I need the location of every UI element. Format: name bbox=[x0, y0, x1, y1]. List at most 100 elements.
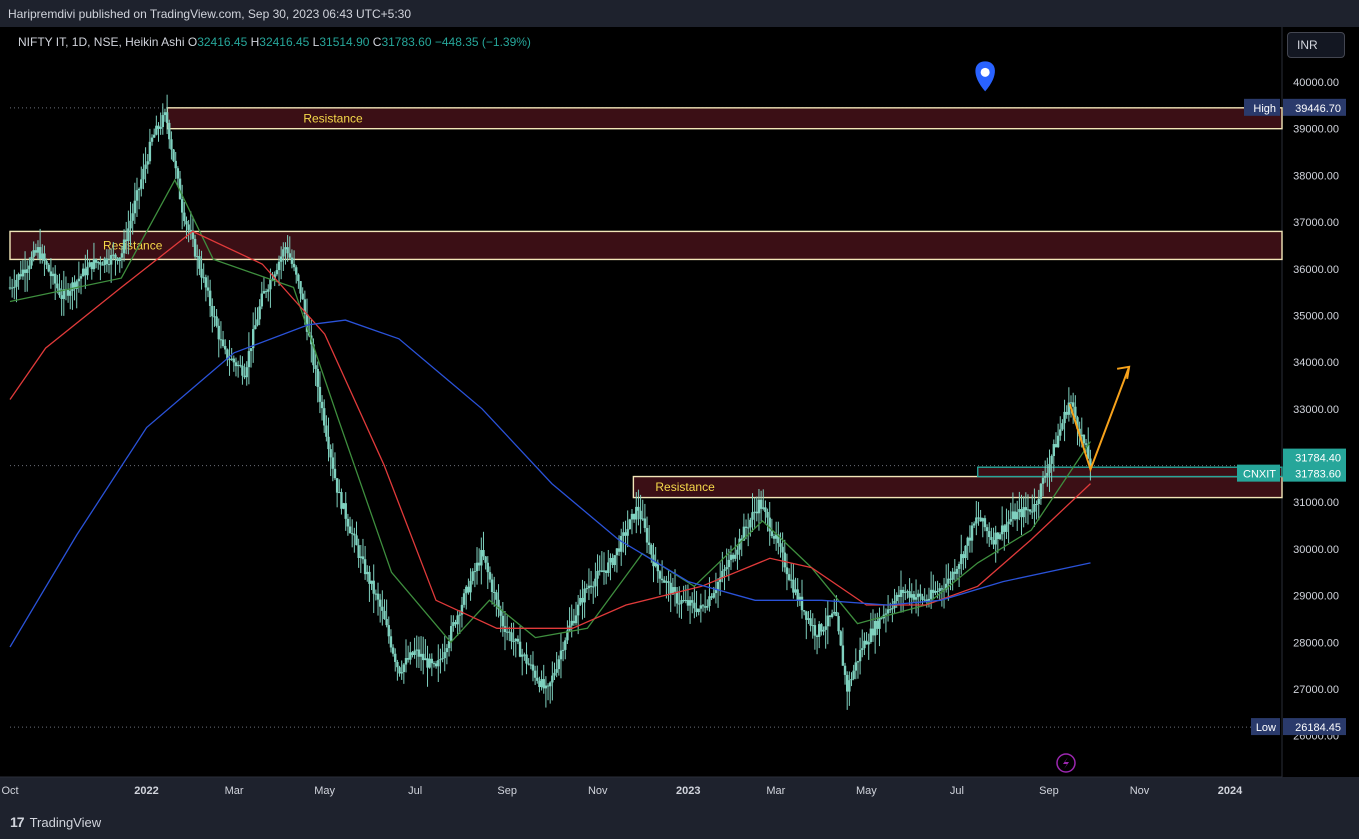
candle-body bbox=[404, 658, 408, 665]
candle-body bbox=[269, 278, 272, 290]
candle-body bbox=[839, 631, 842, 646]
y-tick-label: 29000.00 bbox=[1293, 591, 1339, 603]
candle-body bbox=[36, 247, 40, 253]
candle-body bbox=[712, 593, 715, 598]
candle-body bbox=[183, 212, 186, 222]
candle-body bbox=[387, 625, 390, 637]
candle-body bbox=[1056, 435, 1060, 448]
candle-body bbox=[841, 645, 845, 666]
candle-body bbox=[355, 535, 358, 546]
candle-body bbox=[129, 220, 132, 229]
candle-body bbox=[992, 540, 995, 545]
candle-body bbox=[551, 675, 554, 683]
candle-body bbox=[398, 667, 401, 674]
candle-body bbox=[983, 518, 987, 528]
candle-body bbox=[249, 348, 253, 352]
candle-body bbox=[688, 600, 692, 606]
candle-body bbox=[510, 632, 513, 642]
candle-body bbox=[170, 139, 173, 150]
candle-body bbox=[318, 386, 322, 402]
candle-body bbox=[43, 253, 46, 262]
candle-body bbox=[764, 507, 767, 512]
candle-body bbox=[947, 578, 950, 584]
candle-body bbox=[1007, 521, 1010, 525]
candle-body bbox=[245, 367, 248, 378]
candle-body bbox=[1020, 509, 1023, 518]
candle-body bbox=[979, 517, 982, 522]
candle-body bbox=[521, 654, 524, 657]
candle-body bbox=[458, 614, 462, 616]
candle-body bbox=[998, 534, 1002, 539]
candle-body bbox=[938, 588, 941, 592]
candle-body bbox=[196, 256, 199, 258]
candle-body bbox=[394, 653, 397, 662]
candle-body bbox=[323, 408, 326, 426]
candle-body bbox=[628, 519, 632, 530]
candle-body bbox=[204, 277, 208, 288]
candle-body bbox=[370, 580, 373, 584]
candle-body bbox=[477, 562, 481, 566]
candle-body bbox=[383, 610, 386, 619]
tradingview-brand: TradingView bbox=[29, 814, 102, 830]
candle-body bbox=[1063, 411, 1066, 424]
candle-body bbox=[583, 588, 586, 603]
x-tick-label: Sep bbox=[1039, 785, 1059, 797]
candle-body bbox=[1005, 524, 1008, 532]
candle-body bbox=[968, 537, 972, 541]
candle-body bbox=[964, 545, 967, 559]
candle-body bbox=[295, 267, 298, 275]
x-tick-label: May bbox=[314, 785, 335, 797]
candle-body bbox=[88, 262, 91, 267]
currency-button[interactable]: INR bbox=[1287, 32, 1345, 58]
candle-body bbox=[794, 589, 797, 593]
y-tick-label: 30000.00 bbox=[1293, 544, 1339, 556]
candle-body bbox=[503, 626, 507, 632]
y-tick-label: 39000.00 bbox=[1293, 124, 1339, 136]
candle-body bbox=[215, 316, 218, 326]
candle-body bbox=[1059, 429, 1062, 436]
candle-body bbox=[135, 190, 139, 201]
chart-area[interactable]: 26000.00 27000.00 28000.00 29000.00 30000.00… bbox=[0, 27, 1359, 804]
tradingview-logo[interactable]: 17 TradingView bbox=[10, 814, 101, 830]
candle-body bbox=[348, 526, 352, 534]
candle-body bbox=[1082, 434, 1086, 444]
candle-body bbox=[557, 659, 561, 670]
candle-body bbox=[1026, 509, 1030, 511]
candle-body bbox=[1028, 509, 1032, 512]
candle-body bbox=[975, 517, 978, 524]
plot-background bbox=[0, 27, 1282, 777]
candle-body bbox=[77, 278, 81, 282]
candle-body bbox=[60, 295, 63, 299]
candle-body bbox=[544, 685, 548, 689]
candle-body bbox=[824, 626, 827, 630]
candle-body bbox=[286, 247, 289, 254]
candle-body bbox=[120, 253, 124, 258]
x-tick-label: Mar bbox=[766, 785, 785, 797]
candle-body bbox=[1071, 402, 1075, 407]
candle-body bbox=[589, 585, 593, 588]
candle-body bbox=[820, 624, 823, 632]
candle-body bbox=[908, 591, 911, 598]
candle-body bbox=[701, 605, 705, 607]
candle-body bbox=[914, 597, 918, 600]
price-badge-value: 39446.70 bbox=[1295, 103, 1341, 115]
candle-body bbox=[277, 261, 281, 271]
candle-body bbox=[193, 238, 197, 257]
candle-body bbox=[615, 548, 619, 556]
candle-body bbox=[703, 606, 707, 608]
candle-body bbox=[105, 258, 109, 265]
legend-change: −448.35 (−1.39%) bbox=[434, 35, 531, 49]
candle-body bbox=[157, 125, 160, 129]
candle-body bbox=[751, 512, 754, 520]
candle-body bbox=[561, 649, 565, 651]
y-tick-label: 37000.00 bbox=[1293, 217, 1339, 229]
candle-body bbox=[871, 628, 875, 636]
legend-symbol: NIFTY IT, 1D, NSE, Heikin Ashi bbox=[18, 35, 185, 49]
price-chart[interactable]: 26000.0027000.0028000.0029000.0030000.00… bbox=[0, 27, 1359, 804]
candle-body bbox=[865, 640, 868, 645]
y-tick-label: 38000.00 bbox=[1293, 170, 1339, 182]
y-tick-label: 33000.00 bbox=[1293, 404, 1339, 416]
candle-body bbox=[338, 492, 341, 494]
candle-body bbox=[878, 617, 881, 629]
candle-body bbox=[236, 364, 240, 367]
